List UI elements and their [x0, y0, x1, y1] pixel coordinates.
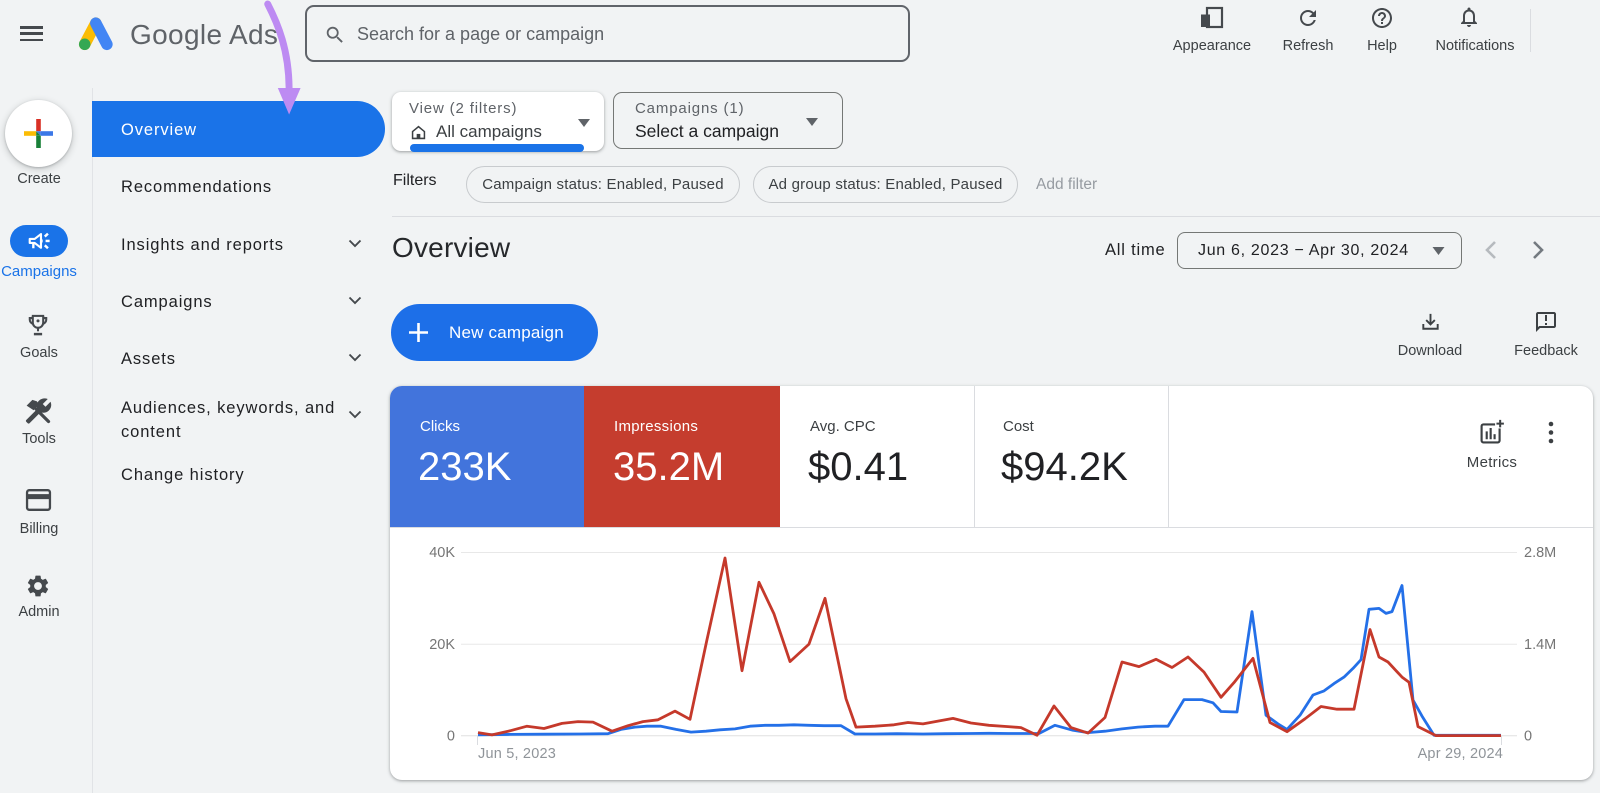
svg-text:Apr 29, 2024: Apr 29, 2024 [1418, 746, 1503, 762]
svg-text:20K: 20K [429, 637, 455, 653]
svg-text:2.8M: 2.8M [1524, 545, 1556, 561]
svg-text:0: 0 [447, 729, 455, 745]
svg-text:Jun 5, 2023: Jun 5, 2023 [478, 746, 556, 762]
svg-text:40K: 40K [429, 545, 455, 561]
svg-text:0: 0 [1524, 729, 1532, 745]
svg-text:1.4M: 1.4M [1524, 637, 1556, 653]
